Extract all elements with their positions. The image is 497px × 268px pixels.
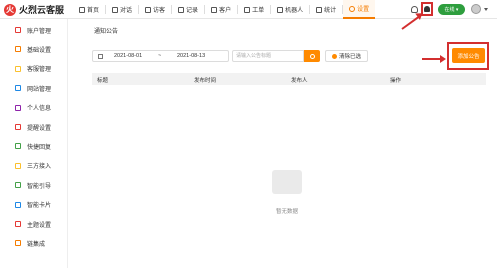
sidebar-item-icon bbox=[15, 143, 21, 150]
visitor-icon bbox=[145, 6, 152, 13]
sidebar-item-label: 智能引导 bbox=[27, 183, 52, 190]
nav-item-settings[interactable]: 设置 bbox=[343, 0, 376, 19]
nav-item-ticket[interactable]: 工单 bbox=[238, 0, 270, 19]
column-header-publisher: 发布人 bbox=[291, 78, 308, 84]
page-title: 通知公告 bbox=[94, 29, 119, 35]
clear-selection-button[interactable]: 清除已选 bbox=[325, 50, 368, 62]
sidebar-item-icon bbox=[15, 124, 21, 130]
customer-icon bbox=[211, 6, 218, 13]
annotation-arrow-add bbox=[422, 58, 442, 60]
nav-item-record[interactable]: 记录 bbox=[172, 0, 204, 19]
settings-icon bbox=[349, 5, 356, 12]
nav-label: 工单 bbox=[252, 8, 265, 14]
sidebar-item-icon bbox=[15, 104, 21, 111]
nav-label: 首页 bbox=[87, 8, 100, 14]
empty-state-text: 暂无数据 bbox=[276, 209, 299, 215]
app-name: 火烈云客服 bbox=[19, 5, 65, 15]
sidebar-item[interactable]: 主题设置 bbox=[0, 218, 68, 230]
sidebar-item-icon bbox=[15, 85, 21, 92]
date-end: 2021-08-13 bbox=[177, 53, 206, 59]
date-start: 2021-08-01 bbox=[114, 53, 143, 59]
sidebar-item[interactable]: 三方接入 bbox=[0, 160, 68, 172]
sidebar-item-label: 账户管理 bbox=[27, 28, 52, 35]
column-header-publish-time: 发布时间 bbox=[194, 78, 217, 84]
add-notice-button[interactable]: 添加公告 bbox=[452, 48, 485, 63]
sidebar-item-icon bbox=[15, 182, 21, 189]
online-status-toggle[interactable]: 在线 ▾ bbox=[438, 4, 465, 15]
empty-state-icon bbox=[272, 170, 302, 194]
nav-item-visitor[interactable]: 访客 bbox=[139, 0, 171, 19]
nav-label: 机器人 bbox=[285, 8, 304, 14]
logo-mark-icon: 火 bbox=[4, 3, 16, 16]
sidebar-item-label: 智能卡片 bbox=[27, 203, 52, 210]
nav-label: 访客 bbox=[153, 8, 166, 14]
sidebar-item[interactable]: 提醒设置 bbox=[0, 121, 68, 133]
sidebar-item-label: 快捷回复 bbox=[27, 144, 52, 151]
clear-icon bbox=[331, 53, 337, 59]
avatar[interactable] bbox=[471, 4, 481, 14]
column-header-actions: 操作 bbox=[390, 78, 402, 84]
sidebar-item[interactable]: 链集成 bbox=[0, 237, 68, 249]
nav-item-chat[interactable]: 对话 bbox=[106, 0, 138, 19]
sidebar-item-label: 网站管理 bbox=[27, 86, 52, 93]
sidebar-item-label: 基础设置 bbox=[27, 47, 52, 54]
nav-label: 设置 bbox=[357, 7, 370, 13]
main-nav: 首页 对话 访客 记录 客户 工单 机器人 统计 设置 bbox=[73, 0, 376, 19]
nav-item-stats[interactable]: 统计 bbox=[310, 0, 342, 19]
calendar-icon bbox=[98, 54, 103, 59]
clear-label: 清除已选 bbox=[338, 54, 361, 60]
ticket-icon bbox=[244, 6, 251, 13]
sidebar: 账户管理基础设置客服管理网站管理个人信息提醒设置快捷回复三方接入智能引导智能卡片… bbox=[0, 19, 68, 268]
search-button[interactable] bbox=[304, 50, 320, 62]
sidebar-item[interactable]: 智能卡片 bbox=[0, 199, 68, 211]
sidebar-item[interactable]: 个人信息 bbox=[0, 102, 68, 114]
sidebar-item[interactable]: 网站管理 bbox=[0, 82, 68, 94]
nav-label: 客户 bbox=[219, 8, 232, 14]
keyword-search-input[interactable] bbox=[232, 50, 304, 62]
sidebar-item-label: 个人信息 bbox=[27, 106, 52, 113]
nav-label: 记录 bbox=[186, 8, 199, 14]
sidebar-item-icon bbox=[15, 162, 21, 169]
sidebar-item-label: 主题设置 bbox=[27, 222, 52, 229]
nav-label: 对话 bbox=[120, 8, 133, 14]
stats-icon bbox=[316, 6, 323, 13]
home-icon bbox=[79, 6, 85, 13]
sidebar-item[interactable]: 客服管理 bbox=[0, 63, 68, 75]
sidebar-item-label: 提醒设置 bbox=[27, 125, 52, 132]
sidebar-item-icon bbox=[15, 201, 21, 208]
sidebar-item-icon bbox=[15, 65, 21, 72]
sidebar-item-label: 三方接入 bbox=[27, 164, 52, 171]
sidebar-item-icon bbox=[15, 27, 21, 33]
app-logo[interactable]: 火 火烈云客服 bbox=[4, 3, 64, 16]
sidebar-item-icon bbox=[15, 46, 21, 53]
nav-item-robot[interactable]: 机器人 bbox=[271, 0, 309, 19]
sidebar-item[interactable]: 基础设置 bbox=[0, 43, 68, 55]
robot-icon bbox=[277, 6, 284, 13]
nav-item-home[interactable]: 首页 bbox=[73, 0, 105, 19]
nav-item-customer[interactable]: 客户 bbox=[205, 0, 237, 19]
annotation-arrowhead-add bbox=[440, 55, 446, 63]
chat-icon bbox=[112, 6, 119, 13]
sidebar-item[interactable]: 账户管理 bbox=[0, 24, 68, 36]
table-header: 标题 发布时间 发布人 操作 bbox=[92, 73, 486, 85]
nav-label: 统计 bbox=[324, 8, 337, 14]
record-icon bbox=[178, 6, 185, 13]
search-icon bbox=[309, 53, 315, 59]
column-header-title: 标题 bbox=[97, 78, 109, 84]
sidebar-item-label: 链集成 bbox=[27, 241, 46, 248]
sidebar-item-icon bbox=[15, 240, 21, 247]
sidebar-item[interactable]: 智能引导 bbox=[0, 179, 68, 191]
sidebar-item-icon bbox=[15, 221, 21, 227]
sidebar-item[interactable]: 快捷回复 bbox=[0, 140, 68, 152]
sidebar-item-label: 客服管理 bbox=[27, 67, 52, 74]
date-range-picker[interactable]: 2021-08-01 ~ 2021-08-13 bbox=[92, 50, 229, 62]
chevron-down-icon[interactable] bbox=[484, 8, 488, 11]
date-separator: ~ bbox=[158, 53, 162, 59]
bell-icon bbox=[424, 6, 430, 12]
